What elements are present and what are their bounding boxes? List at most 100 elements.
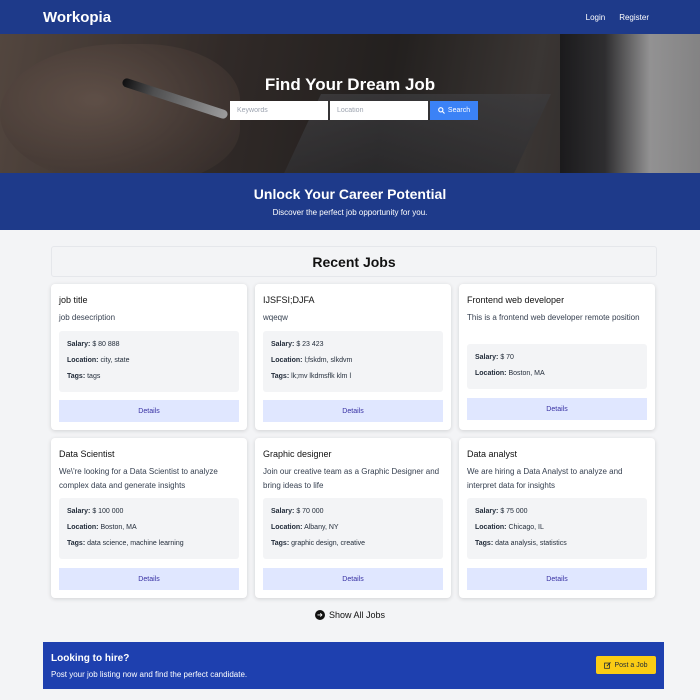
register-link[interactable]: Register — [619, 13, 649, 22]
banner-subtitle: Discover the perfect job opportunity for… — [272, 208, 428, 217]
job-salary-row: Salary: $ 100 000 — [67, 507, 231, 523]
job-location-value: l;fskdm, slkdvm — [304, 357, 353, 364]
job-tags-value: data science, machine learning — [87, 540, 184, 547]
job-tags-value: lk;mv lkdmsflk klm l — [291, 373, 351, 380]
job-salary-label: Salary: — [67, 508, 91, 515]
job-salary-label: Salary: — [271, 508, 295, 515]
job-tags-label: Tags: — [67, 373, 86, 380]
details-button[interactable]: Details — [263, 400, 443, 422]
job-location-label: Location: — [475, 370, 507, 377]
job-title: IJSFSI;DJFA — [263, 295, 315, 305]
job-salary-value: $ 100 000 — [92, 508, 124, 515]
show-all-jobs-label: Show All Jobs — [328, 610, 386, 620]
job-salary-value: $ 75 000 — [500, 508, 528, 515]
job-info-box: Salary: $ 80 888 Location: city, state Tag… — [59, 331, 239, 392]
job-salary-value: $ 80 888 — [92, 341, 120, 348]
job-tags-value: data analysis, statistics — [495, 540, 567, 547]
job-location-label: Location: — [271, 524, 303, 531]
job-tags-row: Tags: data analysis, statistics — [475, 539, 639, 555]
recent-jobs-heading: Recent Jobs — [51, 246, 657, 277]
job-salary-value: $ 70 000 — [296, 508, 324, 515]
details-button[interactable]: Details — [59, 400, 239, 422]
job-info-box: Salary: $ 70 Location: Boston, MA — [467, 344, 647, 389]
job-location-value: Boston, MA — [508, 370, 545, 377]
job-title: Graphic designer — [263, 449, 332, 459]
job-tags-row: Tags: graphic design, creative — [271, 539, 435, 555]
job-tags-row: Tags: lk;mv lkdmsflk klm l — [271, 372, 435, 388]
career-banner: Unlock Your Career Potential Discover th… — [0, 173, 700, 230]
job-location-label: Location: — [67, 357, 99, 364]
search-button[interactable]: Search — [430, 101, 478, 120]
login-link[interactable]: Login — [586, 13, 606, 22]
job-description: We\'re looking for a Data Scientist to a… — [59, 467, 218, 490]
job-location-value: Boston, MA — [100, 524, 137, 531]
job-location-row: Location: Boston, MA — [67, 523, 231, 539]
job-location-row: Location: city, state — [67, 356, 231, 372]
job-info-box: Salary: $ 100 000 Location: Boston, MA Tag… — [59, 498, 239, 559]
job-title: Data analyst — [467, 449, 518, 459]
job-salary-label: Salary: — [475, 508, 499, 515]
details-button[interactable]: Details — [467, 568, 647, 590]
job-card: Graphic designer Join our creative team a… — [255, 438, 451, 598]
search-icon — [438, 107, 445, 114]
job-salary-value: $ 23 423 — [296, 341, 324, 348]
cta-subtitle: Post your job listing now and find the p… — [51, 670, 248, 679]
job-location-row: Location: Chicago, IL — [475, 523, 639, 539]
job-info-box: Salary: $ 75 000 Location: Chicago, IL Tag… — [467, 498, 647, 559]
job-card: Data Scientist We\'re looking for a Data … — [51, 438, 247, 598]
job-salary-label: Salary: — [67, 341, 91, 348]
job-salary-row: Salary: $ 75 000 — [475, 507, 639, 523]
job-card: Data analyst We are hiring a Data Analyst… — [459, 438, 655, 598]
brand-logo[interactable]: Workopia — [43, 9, 111, 26]
job-tags-label: Tags: — [475, 540, 494, 547]
job-location-row: Location: Albany, NY — [271, 523, 435, 539]
details-button[interactable]: Details — [467, 398, 647, 420]
search-form: Search — [230, 101, 478, 120]
job-info-box: Salary: $ 23 423 Location: l;fskdm, slkdv… — [263, 331, 443, 392]
navbar: Workopia Login Register — [0, 0, 700, 34]
banner-title: Unlock Your Career Potential — [253, 186, 447, 202]
job-description: Join our creative team as a Graphic Desi… — [263, 467, 440, 490]
job-salary-value: $ 70 — [500, 354, 514, 361]
details-button[interactable]: Details — [263, 568, 443, 590]
post-job-label: Post a Job — [614, 661, 648, 669]
job-location-label: Location: — [271, 357, 303, 364]
search-button-label: Search — [447, 107, 471, 114]
show-all-jobs-link[interactable]: ➜ Show All Jobs — [0, 610, 700, 620]
nav-links: Login Register — [586, 13, 657, 22]
job-title: job title — [59, 295, 88, 305]
job-salary-label: Salary: — [475, 354, 499, 361]
job-location-row: Location: Boston, MA — [475, 369, 639, 385]
job-location-value: Chicago, IL — [508, 524, 544, 531]
job-card: IJSFSI;DJFA wqeqw Salary: $ 23 423 Location… — [255, 284, 451, 430]
job-location-label: Location: — [475, 524, 507, 531]
arrow-circle-right-icon: ➜ — [314, 610, 325, 620]
job-tags-row: Tags: data science, machine learning — [67, 539, 231, 555]
post-job-button[interactable]: Post a Job — [596, 656, 656, 674]
job-tags-row: Tags: tags — [67, 372, 231, 388]
keywords-input[interactable] — [230, 101, 328, 120]
details-button[interactable]: Details — [59, 568, 239, 590]
job-card: job title job desecription Salary: $ 80 88… — [51, 284, 247, 430]
location-input[interactable] — [330, 101, 428, 120]
edit-icon — [604, 661, 612, 669]
job-salary-row: Salary: $ 70 — [475, 353, 639, 369]
job-description: This is a frontend web developer remote … — [467, 313, 640, 322]
job-description: job desecription — [59, 313, 116, 322]
job-location-value: city, state — [100, 357, 130, 364]
job-title: Data Scientist — [59, 449, 115, 459]
job-location-label: Location: — [67, 524, 99, 531]
job-tags-label: Tags: — [271, 373, 290, 380]
job-tags-label: Tags: — [67, 540, 86, 547]
hire-cta: Looking to hire? Post your job listing n… — [43, 642, 664, 689]
cta-title: Looking to hire? — [51, 653, 130, 664]
hero-section: Find Your Dream Job Search — [0, 34, 700, 173]
job-salary-row: Salary: $ 70 000 — [271, 507, 435, 523]
job-tags-value: graphic design, creative — [291, 540, 366, 547]
job-tags-label: Tags: — [271, 540, 290, 547]
job-info-box: Salary: $ 70 000 Location: Albany, NY Tags… — [263, 498, 443, 559]
job-salary-row: Salary: $ 80 888 — [67, 340, 231, 356]
job-location-value: Albany, NY — [304, 524, 339, 531]
job-card: Frontend web developer This is a frontend… — [459, 284, 655, 430]
job-description: wqeqw — [263, 313, 288, 322]
